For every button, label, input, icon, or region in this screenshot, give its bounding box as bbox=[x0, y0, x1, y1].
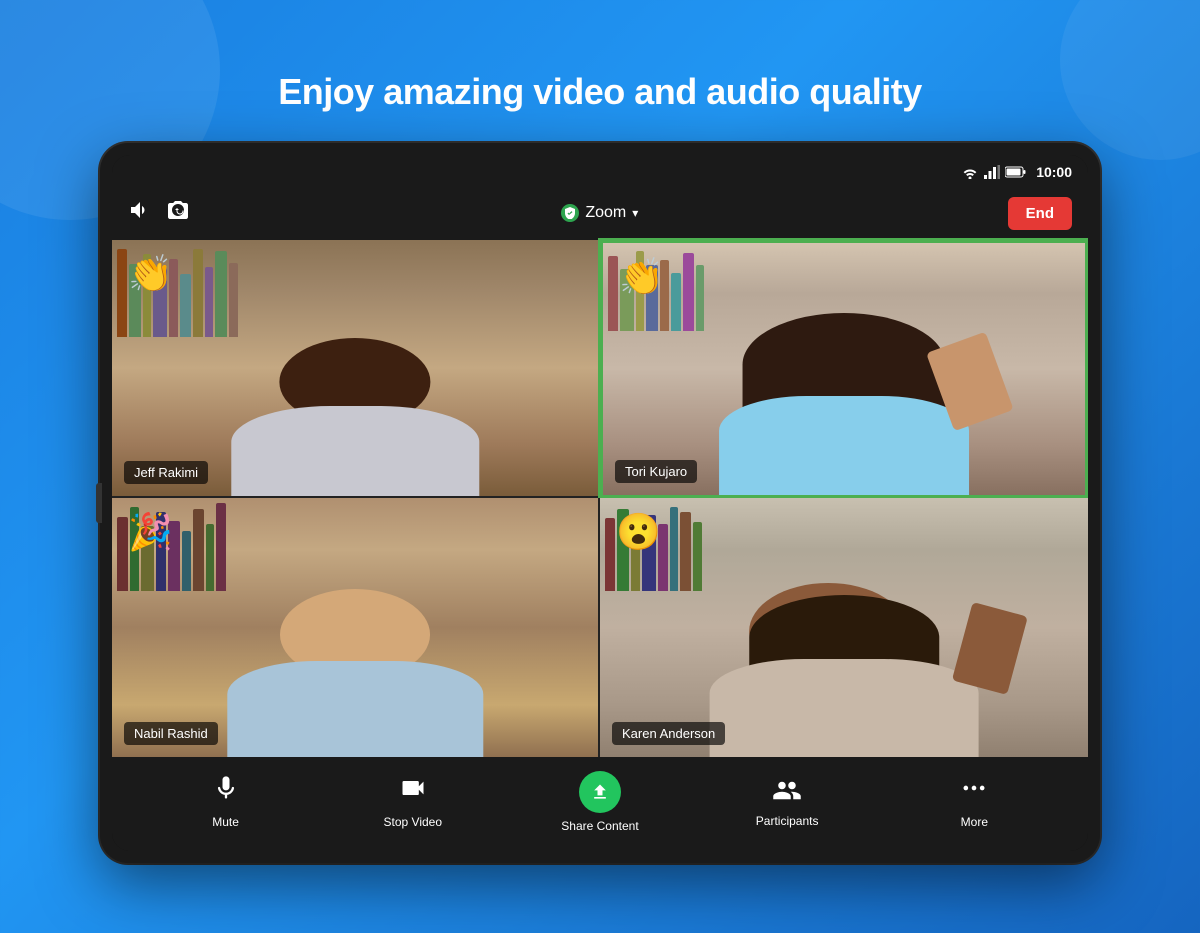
emoji-tori: 👏 bbox=[619, 259, 664, 295]
toolbar-stop-video[interactable]: Stop Video bbox=[373, 774, 453, 829]
battery-icon bbox=[1005, 166, 1027, 178]
more-label: More bbox=[961, 815, 988, 829]
side-button bbox=[96, 483, 102, 523]
signal-icon bbox=[984, 165, 1000, 179]
share-arrow-icon bbox=[579, 771, 621, 813]
app-header: Zoom ▾ End bbox=[112, 189, 1088, 240]
header-left-icons bbox=[128, 199, 192, 227]
person-karen bbox=[685, 545, 1002, 757]
zoom-shield-icon bbox=[561, 204, 579, 222]
more-dots-icon bbox=[960, 774, 988, 809]
meeting-name-area[interactable]: Zoom ▾ bbox=[561, 204, 638, 222]
share-content-label: Share Content bbox=[561, 819, 638, 833]
wifi-icon bbox=[961, 165, 979, 179]
name-jeff: Jeff Rakimi bbox=[124, 461, 208, 484]
emoji-karen: 😮 bbox=[616, 514, 661, 550]
stop-video-label: Stop Video bbox=[384, 815, 443, 829]
name-nabil: Nabil Rashid bbox=[124, 722, 218, 745]
video-cell-tori: 👏 Tori Kujaro bbox=[600, 240, 1088, 499]
status-time: 10:00 bbox=[1036, 164, 1072, 180]
meeting-name: Zoom bbox=[585, 204, 626, 222]
toolbar-more[interactable]: More bbox=[934, 774, 1014, 829]
chevron-down-icon: ▾ bbox=[632, 206, 638, 220]
person-jeff bbox=[209, 296, 501, 496]
video-cell-nabil: 🎉 Nabil Rashid bbox=[112, 498, 600, 757]
video-cell-jeff: 👏 Jeff Rakimi bbox=[112, 240, 600, 499]
participants-icon bbox=[772, 775, 802, 808]
microphone-icon bbox=[212, 774, 240, 809]
tablet-device: 10:00 bbox=[100, 143, 1100, 863]
person-nabil bbox=[204, 550, 505, 757]
sound-icon[interactable] bbox=[128, 200, 152, 226]
video-camera-icon bbox=[399, 774, 427, 809]
video-grid: 👏 Jeff Rakimi bbox=[112, 240, 1088, 757]
name-karen: Karen Anderson bbox=[612, 722, 725, 745]
end-button[interactable]: End bbox=[1008, 197, 1072, 230]
mute-label: Mute bbox=[212, 815, 239, 829]
status-bar: 10:00 bbox=[112, 155, 1088, 189]
video-cell-karen: 😮 Karen Anderson bbox=[600, 498, 1088, 757]
name-tori: Tori Kujaro bbox=[615, 460, 697, 483]
bottom-toolbar: Mute Stop Video Share Content bbox=[112, 757, 1088, 851]
emoji-nabil: 🎉 bbox=[128, 514, 173, 550]
headline: Enjoy amazing video and audio quality bbox=[278, 71, 922, 113]
emoji-jeff: 👏 bbox=[128, 256, 173, 292]
toolbar-participants[interactable]: Participants bbox=[747, 775, 827, 828]
toolbar-mute[interactable]: Mute bbox=[186, 774, 266, 829]
toolbar-share-content[interactable]: Share Content bbox=[560, 771, 640, 833]
participants-label: Participants bbox=[756, 814, 819, 828]
camera-flip-icon[interactable] bbox=[166, 199, 192, 227]
tablet-screen: 10:00 bbox=[112, 155, 1088, 851]
person-tori bbox=[687, 288, 1000, 495]
status-icons: 10:00 bbox=[961, 164, 1072, 180]
